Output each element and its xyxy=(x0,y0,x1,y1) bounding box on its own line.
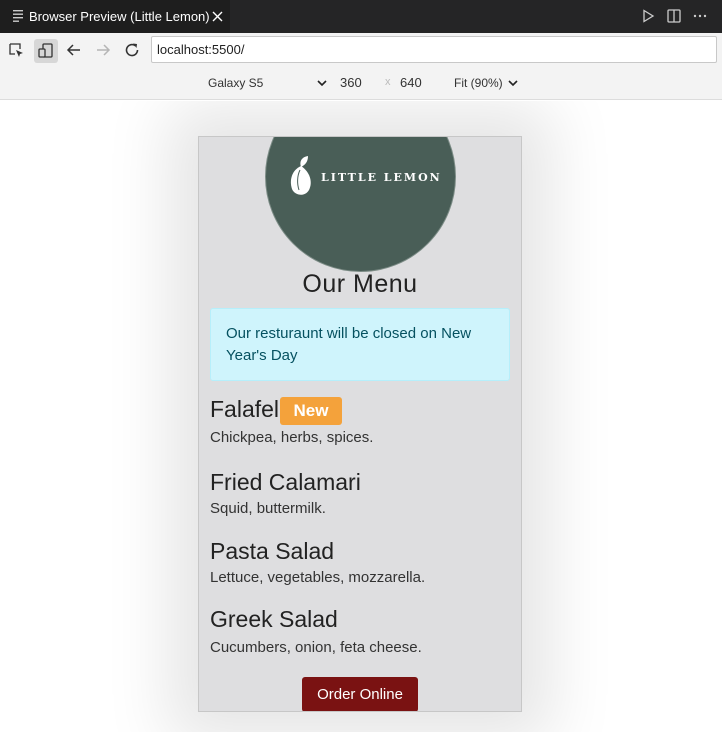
document-icon xyxy=(13,10,23,22)
run-icon[interactable] xyxy=(640,8,656,24)
preview-viewport: LITTLE LEMON Our Menu Our resturaunt wil… xyxy=(0,101,722,732)
menu-item-name: Fried Calamari xyxy=(210,469,361,495)
menu-item-desc: Chickpea, herbs, spices. xyxy=(210,429,374,446)
chevron-down-icon[interactable] xyxy=(316,77,328,89)
menu-item-desc: Squid, buttermilk. xyxy=(210,500,326,517)
order-online-button[interactable]: Order Online xyxy=(302,677,418,711)
back-icon[interactable] xyxy=(65,41,83,59)
reload-icon[interactable] xyxy=(123,41,141,59)
browser-preview-tab[interactable]: Browser Preview (Little Lemon) xyxy=(0,0,230,33)
tab-title: Browser Preview (Little Lemon) xyxy=(29,9,210,24)
menu-item-name: Pasta Salad xyxy=(210,538,335,564)
forward-icon[interactable] xyxy=(94,41,112,59)
device-width-input[interactable]: 360 xyxy=(340,75,362,90)
chevron-down-icon[interactable] xyxy=(507,77,519,89)
tab-actions xyxy=(640,8,708,24)
more-icon[interactable] xyxy=(692,8,708,24)
menu-item-name: Greek Salad xyxy=(210,606,338,632)
close-icon[interactable] xyxy=(212,11,223,22)
device-height-input[interactable]: 640 xyxy=(400,75,422,90)
menu-item: Greek Salad Cucumbers, onion, feta chees… xyxy=(210,605,422,658)
device-toggle-button[interactable] xyxy=(34,39,58,63)
menu-item: Fried Calamari Squid, buttermilk. xyxy=(210,468,361,519)
zoom-select[interactable]: Fit (90%) xyxy=(454,76,503,90)
editor-tab-bar: Browser Preview (Little Lemon) xyxy=(0,0,722,33)
logo: LITTLE LEMON xyxy=(265,137,456,272)
menu-item-desc: Lettuce, vegetables, mozzarella. xyxy=(210,569,426,586)
lemon-leaf-icon xyxy=(290,156,311,195)
split-editor-icon[interactable] xyxy=(666,8,682,24)
menu-item: Pasta Salad Lettuce, vegetables, mozzare… xyxy=(210,537,425,588)
device-frame: LITTLE LEMON Our Menu Our resturaunt wil… xyxy=(198,136,522,712)
inspect-icon[interactable] xyxy=(8,42,26,60)
url-input[interactable]: localhost:5500/ xyxy=(151,36,717,63)
page-title: Our Menu xyxy=(302,270,418,298)
new-badge: New xyxy=(280,397,342,425)
closure-alert: Our resturaunt will be closed on New Yea… xyxy=(210,308,510,381)
device-select[interactable]: Galaxy S5 xyxy=(208,76,263,90)
dimension-separator: x xyxy=(385,76,391,88)
device-toggle-icon xyxy=(38,43,53,58)
device-toolbar: Galaxy S5 360 x 640 Fit (90%) xyxy=(0,68,722,100)
logo-text: LITTLE LEMON xyxy=(321,171,442,184)
address-bar: localhost:5500/ xyxy=(0,33,722,68)
menu-item-desc: Cucumbers, onion, feta cheese. xyxy=(210,639,422,656)
